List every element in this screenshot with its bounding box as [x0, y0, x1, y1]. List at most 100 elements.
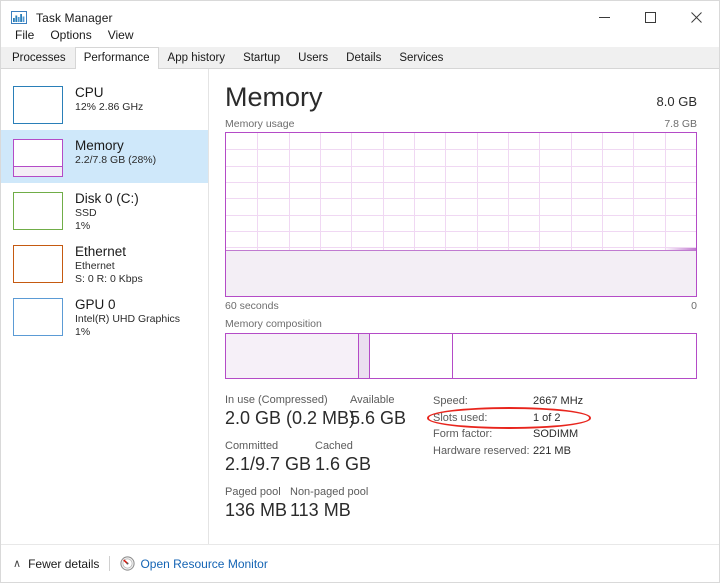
stat-label: Committed	[225, 439, 315, 453]
stat-speed: Speed: 2667 MHz	[433, 393, 583, 410]
memory-stats-right: Speed: 2667 MHz Slots used: 1 of 2 Form …	[425, 393, 583, 531]
composition-segment[interactable]	[452, 334, 696, 378]
cpu-thumbnail-icon	[13, 86, 63, 124]
tab-startup[interactable]: Startup	[234, 47, 289, 68]
stat-slots-used: Slots used: 1 of 2	[433, 410, 583, 427]
stat-value: 2667 MHz	[533, 393, 583, 410]
stat-form-factor: Form factor: SODIMM	[433, 426, 583, 443]
sidebar-item-detail2: S: 0 R: 0 Kbps	[75, 273, 143, 286]
stat-label: Available	[350, 393, 406, 407]
stat-paged-pool: Paged pool 136 MB	[225, 485, 290, 522]
sidebar-item-disk[interactable]: Disk 0 (C:) SSD 1%	[1, 183, 208, 236]
graph-max-label: 7.8 GB	[664, 118, 697, 130]
stat-value: SODIMM	[533, 426, 578, 443]
sidebar-item-detail: SSD	[75, 207, 139, 220]
graph-gridline-horizontal	[226, 166, 696, 167]
tab-services[interactable]: Services	[390, 47, 452, 68]
memory-usage-area	[226, 250, 696, 296]
stat-value: 113 MB	[290, 499, 368, 522]
tab-bar: Processes Performance App history Startu…	[1, 47, 719, 69]
resource-sidebar: CPU 12% 2.86 GHz Memory 2.2/7.8 GB (28%)…	[1, 69, 209, 544]
sidebar-item-detail: Intel(R) UHD Graphics	[75, 313, 180, 326]
memory-detail-pane: Memory 8.0 GB Memory usage 7.8 GB 60 sec…	[209, 69, 719, 544]
sidebar-item-label: Ethernet	[75, 243, 143, 260]
stat-value: 1.6 GB	[315, 453, 371, 476]
stat-value: 5.6 GB	[350, 407, 406, 430]
memory-usage-line-tip	[664, 248, 696, 251]
gpu-thumbnail-icon	[13, 298, 63, 336]
sidebar-item-label: CPU	[75, 84, 143, 101]
sidebar-item-gpu[interactable]: GPU 0 Intel(R) UHD Graphics 1%	[1, 289, 208, 342]
graph-gridline-horizontal	[226, 182, 696, 183]
fewer-details-button[interactable]: Fewer details	[28, 557, 99, 571]
stat-label: Paged pool	[225, 485, 290, 499]
sidebar-item-detail2: 1%	[75, 326, 180, 339]
stat-label: Non-paged pool	[290, 485, 368, 499]
tab-users[interactable]: Users	[289, 47, 337, 68]
memory-stats-left: In use (Compressed) 2.0 GB (0.2 MB) Avai…	[225, 393, 425, 531]
memory-composition-bar[interactable]	[225, 333, 697, 379]
sidebar-item-cpu[interactable]: CPU 12% 2.86 GHz	[1, 77, 208, 130]
sidebar-item-label: GPU 0	[75, 296, 180, 313]
menu-item-view[interactable]: View	[101, 26, 141, 44]
open-resource-monitor-link[interactable]: Open Resource Monitor	[140, 557, 267, 571]
graph-gridline-horizontal	[226, 149, 696, 150]
stat-available: Available 5.6 GB	[350, 393, 406, 430]
pane-header: Memory 8.0 GB	[225, 81, 697, 113]
menu-item-options[interactable]: Options	[43, 26, 98, 44]
page-title: Memory	[225, 81, 323, 113]
sidebar-item-detail2: 1%	[75, 220, 139, 233]
graph-gridline-horizontal	[226, 215, 696, 216]
stat-label: In use (Compressed)	[225, 393, 350, 407]
graph-gridline-horizontal	[226, 247, 696, 248]
ethernet-thumbnail-icon	[13, 245, 63, 283]
memory-usage-graph[interactable]	[225, 132, 697, 297]
graph-gridline-horizontal	[226, 231, 696, 232]
menu-item-file[interactable]: File	[8, 26, 41, 44]
sidebar-item-detail: 12% 2.86 GHz	[75, 101, 143, 114]
status-bar: ∧ Fewer details Open Resource Monitor	[1, 544, 719, 582]
stat-row: In use (Compressed) 2.0 GB (0.2 MB) Avai…	[225, 393, 425, 430]
composition-label: Memory composition	[225, 318, 697, 330]
graph-header: Memory usage 7.8 GB	[225, 118, 697, 130]
tab-app-history[interactable]: App history	[159, 47, 235, 68]
task-manager-window: Task Manager File Options View Processes…	[0, 0, 720, 583]
tab-details[interactable]: Details	[337, 47, 390, 68]
stat-value: 136 MB	[225, 499, 290, 522]
composition-segment[interactable]	[226, 334, 358, 378]
stat-key: Hardware reserved:	[433, 443, 533, 460]
resource-monitor-gauge-icon	[120, 556, 135, 571]
stat-cached: Cached 1.6 GB	[315, 439, 371, 476]
stat-key: Form factor:	[433, 426, 533, 443]
disk-thumbnail-icon	[13, 192, 63, 230]
window-title: Task Manager	[36, 11, 113, 25]
stat-value: 2.1/9.7 GB	[225, 453, 315, 476]
tab-performance[interactable]: Performance	[75, 47, 159, 69]
graph-label: Memory usage	[225, 118, 294, 130]
stat-value: 221 MB	[533, 443, 571, 460]
stat-hardware-reserved: Hardware reserved: 221 MB	[433, 443, 583, 460]
graph-axis-labels: 60 seconds 0	[225, 300, 697, 312]
sidebar-item-label: Memory	[75, 137, 156, 154]
memory-total: 8.0 GB	[657, 94, 697, 109]
chevron-up-icon[interactable]: ∧	[13, 557, 21, 570]
axis-label-left: 60 seconds	[225, 300, 279, 312]
stat-key: Speed:	[433, 393, 533, 410]
tab-processes[interactable]: Processes	[3, 47, 75, 68]
main-body: CPU 12% 2.86 GHz Memory 2.2/7.8 GB (28%)…	[1, 69, 719, 544]
sidebar-item-detail: Ethernet	[75, 260, 143, 273]
composition-segment[interactable]	[358, 334, 370, 378]
stat-row: Committed 2.1/9.7 GB Cached 1.6 GB	[225, 439, 425, 476]
stat-non-paged-pool: Non-paged pool 113 MB	[290, 485, 368, 522]
sidebar-item-detail: 2.2/7.8 GB (28%)	[75, 154, 156, 167]
composition-segment[interactable]	[369, 334, 451, 378]
sidebar-item-label: Disk 0 (C:)	[75, 190, 139, 207]
footer-divider	[109, 556, 110, 571]
axis-label-right: 0	[691, 300, 697, 312]
memory-stats: In use (Compressed) 2.0 GB (0.2 MB) Avai…	[225, 393, 697, 531]
stat-row: Paged pool 136 MB Non-paged pool 113 MB	[225, 485, 425, 522]
sidebar-item-ethernet[interactable]: Ethernet Ethernet S: 0 R: 0 Kbps	[1, 236, 208, 289]
menu-bar: File Options View	[1, 24, 719, 46]
sidebar-item-memory[interactable]: Memory 2.2/7.8 GB (28%)	[1, 130, 208, 183]
stat-in-use: In use (Compressed) 2.0 GB (0.2 MB)	[225, 393, 350, 430]
